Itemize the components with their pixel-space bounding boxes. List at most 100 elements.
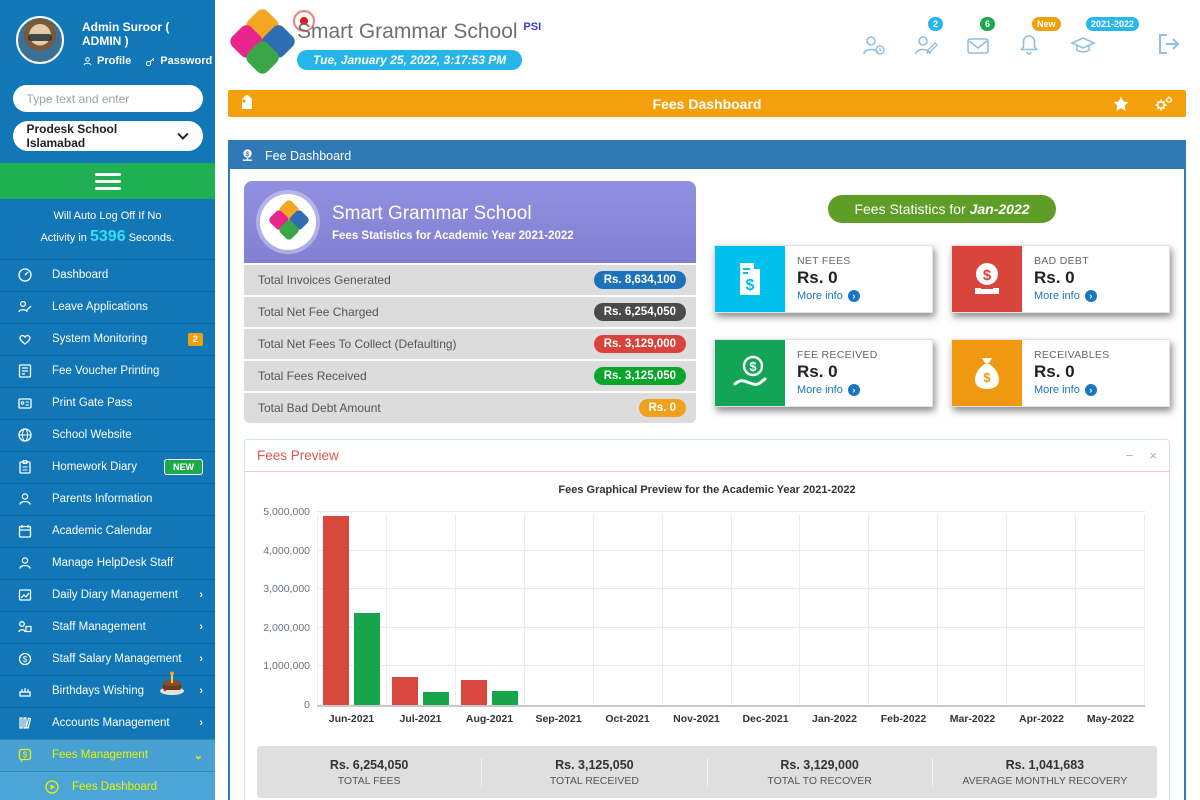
- calendar-icon: [17, 523, 33, 539]
- sidebar-item-birthdays-wishing[interactable]: Birthdays Wishing ›: [0, 675, 215, 707]
- user-edit-icon: [914, 34, 938, 56]
- more-info-link[interactable]: More info›: [797, 384, 878, 396]
- stat-value-badge: Rs. 8,634,100: [594, 271, 686, 289]
- invoice-dollar-icon: $: [733, 260, 767, 298]
- month-stats-pill: Fees Statistics for Jan-2022: [828, 195, 1055, 223]
- sidebar-item-manage-helpdesk-staff[interactable]: Manage HelpDesk Staff: [0, 547, 215, 579]
- sidebar-item-staff-management[interactable]: Staff Management ›: [0, 611, 215, 643]
- y-tick-label: 1,000,000: [263, 660, 310, 672]
- school-name: Smart Grammar School PSI: [297, 20, 541, 44]
- hand-dollar-icon: $: [731, 354, 769, 392]
- logout-button[interactable]: [1156, 26, 1182, 56]
- password-link[interactable]: Password: [145, 55, 212, 67]
- chart-month-column: [525, 514, 594, 705]
- y-tick-label: 5,000,000: [263, 506, 310, 518]
- sidebar-item-fees-management[interactable]: $ Fees Management ⌄: [0, 739, 215, 771]
- sidebar-item-dashboard[interactable]: Dashboard: [0, 259, 215, 291]
- star-icon[interactable]: [1112, 95, 1130, 113]
- info-cards: $ NET FEES Rs. 0 More info› $: [714, 245, 1170, 407]
- person-icon: [17, 491, 33, 507]
- sidebar-item-homework-diary[interactable]: Homework Diary NEW: [0, 451, 215, 483]
- datetime-pill: Tue, January 25, 2022, 3:17:53 PM: [297, 50, 522, 70]
- sidebar-item-fees-dashboard[interactable]: Fees Dashboard: [0, 771, 215, 800]
- bell-icon: [1018, 34, 1040, 56]
- sidebar-item-school-website[interactable]: School Website: [0, 419, 215, 451]
- sidebar-toggle[interactable]: [0, 163, 215, 199]
- heart-pulse-icon: [17, 331, 33, 347]
- chevron-right-icon: ›: [199, 717, 203, 729]
- chart-month-column: [732, 514, 801, 705]
- user-pen-icon: [17, 299, 33, 315]
- fee-dashboard-box: $ Fee Dashboard Smart Grammar School Fee…: [228, 140, 1186, 800]
- chart-month-column: [594, 514, 663, 705]
- chevron-down-icon: [177, 132, 189, 140]
- sidebar-item-print-gate-pass[interactable]: Print Gate Pass: [0, 387, 215, 419]
- bad-debt-card: $ BAD DEBT Rs. 0 More info›: [951, 245, 1170, 313]
- sidebar-item-system-monitoring[interactable]: System Monitoring 2: [0, 323, 215, 355]
- user-requests-button[interactable]: 2: [914, 26, 940, 56]
- more-info-link[interactable]: More info›: [1034, 290, 1097, 302]
- chart-title: Fees Graphical Preview for the Academic …: [245, 484, 1169, 496]
- school-select[interactable]: Prodesk School Islamabad: [13, 121, 203, 151]
- x-tick-label: Sep-2021: [524, 709, 593, 725]
- sidebar-item-parents-information[interactable]: Parents Information: [0, 483, 215, 515]
- x-tick-label: Aug-2021: [455, 709, 524, 725]
- id-card-icon: [17, 395, 33, 411]
- avatar[interactable]: [16, 16, 64, 64]
- more-info-link[interactable]: More info›: [1034, 384, 1109, 396]
- stats-table: Total Invoices Generated Rs. 8,634,100 T…: [244, 265, 696, 423]
- chart-month-column: [663, 514, 732, 705]
- user-clock-button[interactable]: [862, 26, 888, 56]
- chart-month-column: [387, 514, 456, 705]
- sidebar-item-daily-diary-management[interactable]: Daily Diary Management ›: [0, 579, 215, 611]
- fees-chart: 01,000,0002,000,0003,000,0004,000,0005,0…: [245, 506, 1155, 736]
- arrow-circle-icon: ›: [848, 384, 860, 396]
- arrow-circle-icon: ›: [848, 290, 860, 302]
- globe-icon: [17, 427, 33, 443]
- chart-xlabels: Jun-2021Jul-2021Aug-2021Sep-2021Oct-2021…: [317, 709, 1145, 725]
- summary-total-received: Rs. 3,125,050 TOTAL RECEIVED: [482, 758, 707, 787]
- messages-button[interactable]: 6: [966, 26, 992, 56]
- person-icon: [17, 555, 33, 571]
- net-fees-card: $ NET FEES Rs. 0 More info›: [714, 245, 933, 313]
- sidebar-item-academic-calendar[interactable]: Academic Calendar: [0, 515, 215, 547]
- messages-badge: 6: [980, 17, 995, 31]
- school-logo: [229, 10, 293, 74]
- svg-text:$: $: [746, 277, 755, 294]
- bar-fees-charged: [392, 677, 418, 705]
- sidebar-item-fee-voucher-printing[interactable]: Fee Voucher Printing: [0, 355, 215, 387]
- bar-fees-received: [423, 692, 449, 705]
- close-button[interactable]: ×: [1149, 448, 1157, 463]
- sidebar-item-leave-applications[interactable]: Leave Applications: [0, 291, 215, 323]
- arrow-circle-icon: ›: [1085, 290, 1097, 302]
- minimize-button[interactable]: −: [1126, 448, 1134, 463]
- voucher-icon: [17, 363, 33, 379]
- x-tick-label: Nov-2021: [662, 709, 731, 725]
- school-summary-card: Smart Grammar School Fees Statistics for…: [244, 181, 696, 263]
- receivables-card: $ RECEIVABLES Rs. 0 More info›: [951, 339, 1170, 407]
- y-tick-label: 2,000,000: [263, 622, 310, 634]
- profile-link-label: Profile: [97, 55, 131, 67]
- salary-icon: $: [17, 651, 33, 667]
- x-tick-label: Dec-2021: [731, 709, 800, 725]
- notifications-button[interactable]: New: [1018, 26, 1044, 56]
- chart-month-column: [869, 514, 938, 705]
- chart-plot: 01,000,0002,000,0003,000,0004,000,0005,0…: [317, 514, 1145, 707]
- sidebar-menu: Dashboard Leave Applications System Moni…: [0, 259, 215, 800]
- settings-gears-icon[interactable]: [1154, 95, 1174, 113]
- sign-out-icon: [1156, 32, 1182, 56]
- academic-session-button[interactable]: 2021-2022: [1070, 26, 1130, 56]
- search-input[interactable]: [13, 85, 203, 112]
- y-tick-label: 4,000,000: [263, 545, 310, 557]
- svg-text:$: $: [983, 370, 991, 385]
- chevron-right-icon: ›: [199, 589, 203, 601]
- app-root: Admin Suroor ( ADMIN ) Profile Password …: [0, 0, 1200, 800]
- more-info-link[interactable]: More info›: [797, 290, 860, 302]
- profile-link[interactable]: Profile: [82, 55, 131, 67]
- table-row: Total Net Fees To Collect (Defaulting) R…: [244, 329, 696, 359]
- chart-month-column: [1076, 514, 1145, 705]
- summary-average-monthly-recovery: Rs. 1,041,683 AVERAGE MONTHLY RECOVERY: [933, 758, 1157, 787]
- sidebar-item-accounts-management[interactable]: Accounts Management ›: [0, 707, 215, 739]
- x-tick-label: Apr-2022: [1007, 709, 1076, 725]
- key-icon: [145, 56, 156, 67]
